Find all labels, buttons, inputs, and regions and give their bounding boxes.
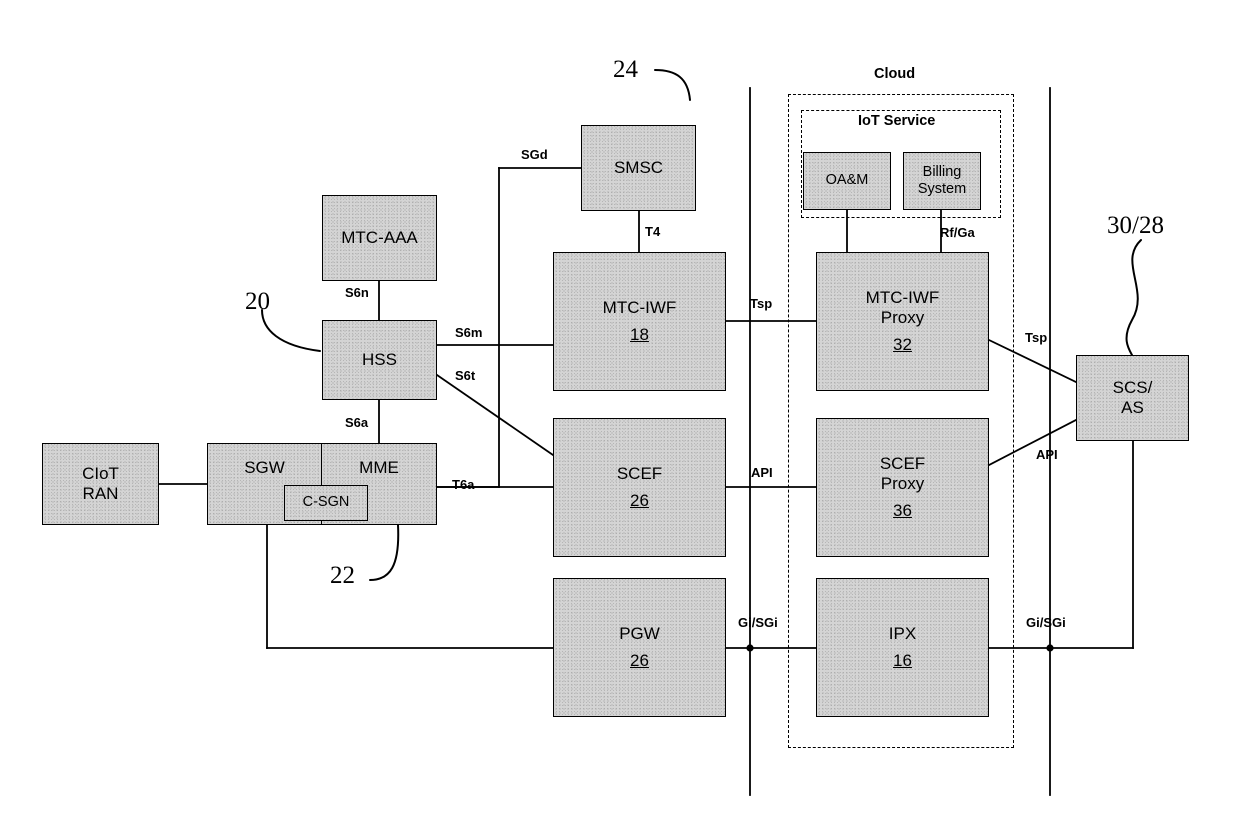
node-mtc-iwf[interactable]: MTC-IWF 18 xyxy=(553,252,726,391)
node-mme-title: MME xyxy=(359,458,399,477)
patent-diagram: Cloud IoT Service MTC-AAA SMSC HSS SGW M… xyxy=(0,0,1240,833)
node-oam-title: OA&M xyxy=(825,172,869,189)
label-t6a: T6a xyxy=(452,477,475,492)
node-mtc-aaa-title: MTC-AAA xyxy=(341,227,418,247)
node-c-sgn-title: C-SGN xyxy=(302,494,350,511)
node-ciot-ran[interactable]: CIoT RAN xyxy=(42,443,159,525)
label-s6n: S6n xyxy=(345,285,369,300)
reference-numeral-20: 20 xyxy=(245,288,270,315)
label-tsp-left: Tsp xyxy=(750,296,773,311)
node-sgw-title: SGW xyxy=(244,458,285,477)
reference-numeral-22: 22 xyxy=(330,562,355,589)
node-scs-as[interactable]: SCS/ AS xyxy=(1076,355,1189,441)
node-pgw-title: PGW xyxy=(619,624,660,644)
leader-22 xyxy=(369,524,400,581)
node-ipx-numeral: 16 xyxy=(893,650,912,670)
label-rf-ga: Rf/Ga xyxy=(940,225,975,240)
iot-service-label: IoT Service xyxy=(858,113,936,129)
leader-24 xyxy=(654,69,691,101)
label-gi-sgi-right: Gi/SGi xyxy=(1026,615,1066,630)
node-hss[interactable]: HSS xyxy=(322,320,437,400)
node-smsc-title: SMSC xyxy=(613,157,664,177)
node-pgw-numeral: 26 xyxy=(630,650,649,670)
node-scef-proxy[interactable]: SCEF Proxy 36 xyxy=(816,418,989,557)
leader-20 xyxy=(261,309,321,352)
node-scef-title: SCEF xyxy=(616,464,663,484)
label-tsp-right: Tsp xyxy=(1025,330,1048,345)
node-scef-numeral: 26 xyxy=(630,490,649,510)
node-mtc-iwf-numeral: 18 xyxy=(630,324,649,344)
node-mtc-aaa[interactable]: MTC-AAA xyxy=(322,195,437,281)
node-ipx-title: IPX xyxy=(888,624,917,644)
node-scef[interactable]: SCEF 26 xyxy=(553,418,726,557)
node-oam[interactable]: OA&M xyxy=(803,152,891,210)
label-t4: T4 xyxy=(645,224,661,239)
node-mtc-iwf-proxy[interactable]: MTC-IWF Proxy 32 xyxy=(816,252,989,391)
node-scef-proxy-numeral: 36 xyxy=(893,500,912,520)
label-s6a: S6a xyxy=(345,415,369,430)
label-gi-sgi-left: Gi/SGi xyxy=(738,615,778,630)
label-api-right: API xyxy=(1036,447,1058,462)
node-mtc-iwf-proxy-title: MTC-IWF Proxy xyxy=(865,288,940,328)
node-hss-title: HSS xyxy=(362,349,397,369)
node-c-sgn[interactable]: C-SGN xyxy=(284,485,368,521)
label-api-left: API xyxy=(751,465,773,480)
node-scs-as-title: SCS/ AS xyxy=(1112,377,1153,417)
label-sgd: SGd xyxy=(521,147,548,162)
label-s6m: S6m xyxy=(455,325,483,340)
node-mtc-iwf-proxy-numeral: 32 xyxy=(893,334,912,354)
node-mtc-iwf-title: MTC-IWF xyxy=(602,298,677,318)
leader-30-28 xyxy=(1125,239,1142,356)
label-s6t: S6t xyxy=(455,368,476,383)
reference-numeral-24: 24 xyxy=(613,56,638,83)
cloud-label: Cloud xyxy=(874,66,916,82)
reference-numeral-30-28: 30/28 xyxy=(1107,212,1164,239)
node-scef-proxy-title: SCEF Proxy xyxy=(879,454,926,494)
node-ipx[interactable]: IPX 16 xyxy=(816,578,989,717)
node-smsc[interactable]: SMSC xyxy=(581,125,696,211)
node-pgw[interactable]: PGW 26 xyxy=(553,578,726,717)
node-billing-system[interactable]: Billing System xyxy=(903,152,981,210)
node-billing-system-title: Billing System xyxy=(917,163,967,197)
node-ciot-ran-title: CIoT RAN xyxy=(82,463,119,503)
